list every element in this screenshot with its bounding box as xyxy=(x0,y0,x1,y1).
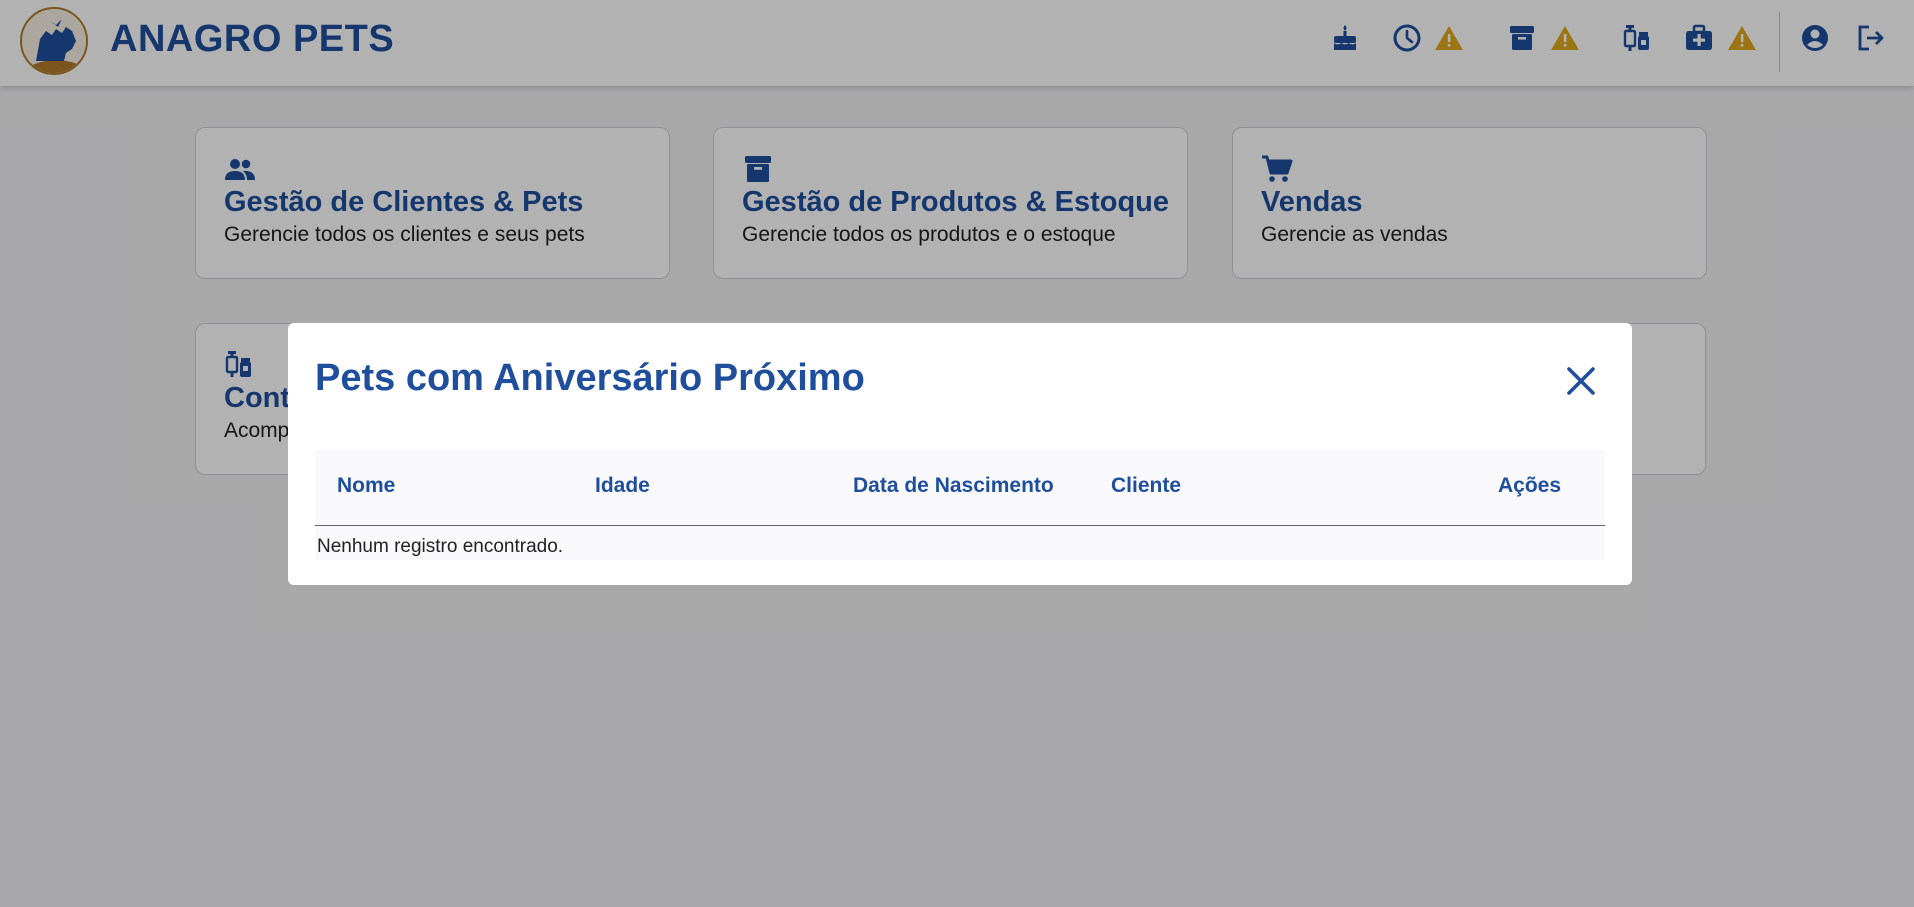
close-icon[interactable] xyxy=(1563,363,1599,399)
column-header-idade[interactable]: Idade xyxy=(595,474,650,498)
column-header-nome[interactable]: Nome xyxy=(337,474,395,498)
empty-state-message: Nenhum registro encontrado. xyxy=(317,536,564,557)
table-header: Nome Idade Data de Nascimento Cliente Aç… xyxy=(315,450,1605,526)
birthdays-table: Nome Idade Data de Nascimento Cliente Aç… xyxy=(315,450,1605,560)
dialog-title: Pets com Aniversário Próximo xyxy=(315,357,865,399)
column-header-data-nascimento[interactable]: Data de Nascimento xyxy=(853,474,1054,498)
upcoming-birthdays-dialog: Pets com Aniversário Próximo Nome Idade … xyxy=(288,323,1632,585)
column-header-acoes: Ações xyxy=(1498,474,1562,497)
column-header-cliente[interactable]: Cliente xyxy=(1111,474,1181,498)
